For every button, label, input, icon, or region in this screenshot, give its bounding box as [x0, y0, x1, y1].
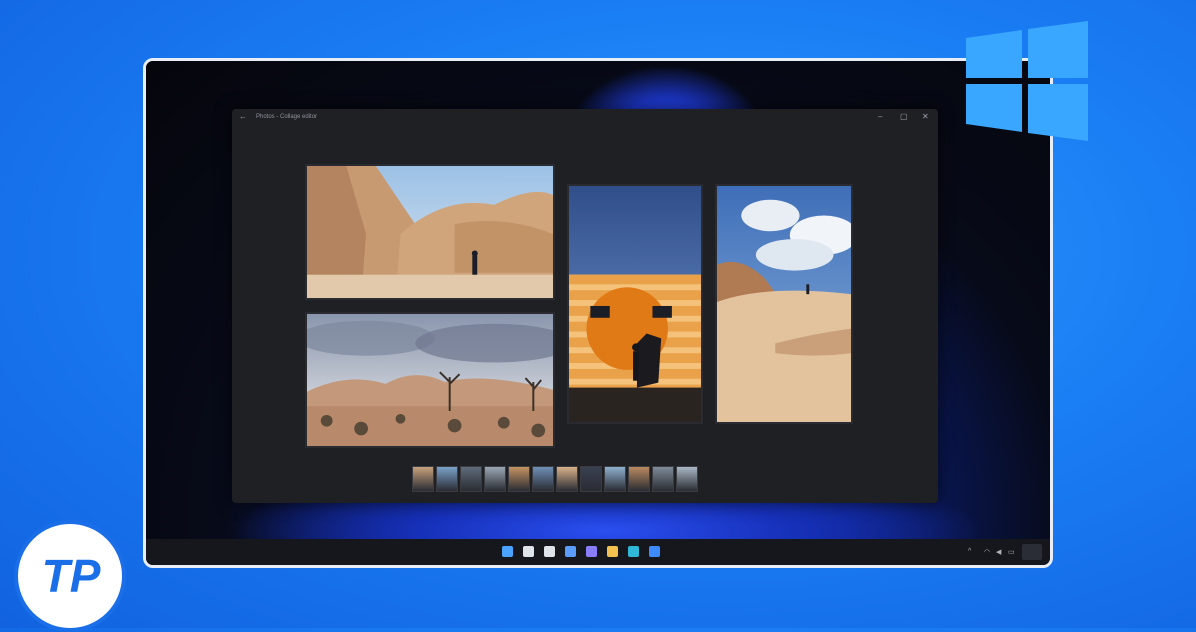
start-icon[interactable]: [502, 546, 513, 557]
filmstrip-thumbnail[interactable]: [532, 466, 554, 492]
filmstrip-thumbnail[interactable]: [580, 466, 602, 492]
photo-tile-desert-rocks[interactable]: [305, 164, 555, 300]
tp-logo-icon: TP: [42, 550, 101, 602]
photos-app-window: ← Photos - Collage editor – ▢ ✕: [232, 109, 938, 503]
filmstrip-thumbnail[interactable]: [652, 466, 674, 492]
photo-joshua-trees: [307, 314, 553, 446]
photo-rock-sky: [717, 186, 851, 422]
search-icon[interactable]: [523, 546, 534, 557]
minimize-button[interactable]: –: [878, 112, 882, 121]
filmstrip-thumbnail[interactable]: [484, 466, 506, 492]
title-bar: ← Photos - Collage editor – ▢ ✕: [232, 109, 938, 129]
photo-desert-rocks: [307, 166, 553, 298]
filmstrip-thumbnail[interactable]: [628, 466, 650, 492]
desktop-screen: ← Photos - Collage editor – ▢ ✕ ^ ◠ ◀ ▭: [143, 58, 1053, 568]
widgets-icon[interactable]: [565, 546, 576, 557]
tp-logo-badge: TP: [14, 520, 126, 632]
windows-logo-icon: [966, 21, 1088, 141]
filmstrip-thumbnail[interactable]: [604, 466, 626, 492]
wifi-icon[interactable]: ◠: [984, 548, 990, 556]
taskbar: ^ ◠ ◀ ▭: [146, 539, 1050, 565]
tray-overflow-icon[interactable]: ^: [968, 548, 971, 555]
filmstrip-thumbnail[interactable]: [412, 466, 434, 492]
task-view-icon[interactable]: [544, 546, 555, 557]
back-button[interactable]: ←: [239, 112, 247, 121]
photo-tile-striped-wall[interactable]: [567, 184, 703, 424]
filmstrip: [412, 466, 698, 494]
speaker-icon[interactable]: ◀: [996, 548, 1001, 556]
filmstrip-thumbnail[interactable]: [460, 466, 482, 492]
store-icon[interactable]: [649, 546, 660, 557]
maximize-button[interactable]: ▢: [900, 112, 908, 121]
photo-tile-joshua-trees[interactable]: [305, 312, 555, 448]
filmstrip-thumbnail[interactable]: [676, 466, 698, 492]
tp-logo-text: TP: [42, 550, 101, 602]
chat-icon[interactable]: [586, 546, 597, 557]
filmstrip-thumbnail[interactable]: [436, 466, 458, 492]
photo-collage: [305, 164, 867, 455]
edge-icon[interactable]: [628, 546, 639, 557]
filmstrip-thumbnail[interactable]: [508, 466, 530, 492]
close-button[interactable]: ✕: [922, 112, 929, 121]
battery-icon[interactable]: ▭: [1008, 548, 1015, 556]
window-title: Photos - Collage editor: [256, 114, 318, 120]
filmstrip-thumbnail[interactable]: [556, 466, 578, 492]
photo-tile-rock-sky[interactable]: [715, 184, 853, 424]
clock[interactable]: [1022, 544, 1042, 560]
photo-striped-wall: [569, 186, 701, 422]
file-explorer-icon[interactable]: [607, 546, 618, 557]
